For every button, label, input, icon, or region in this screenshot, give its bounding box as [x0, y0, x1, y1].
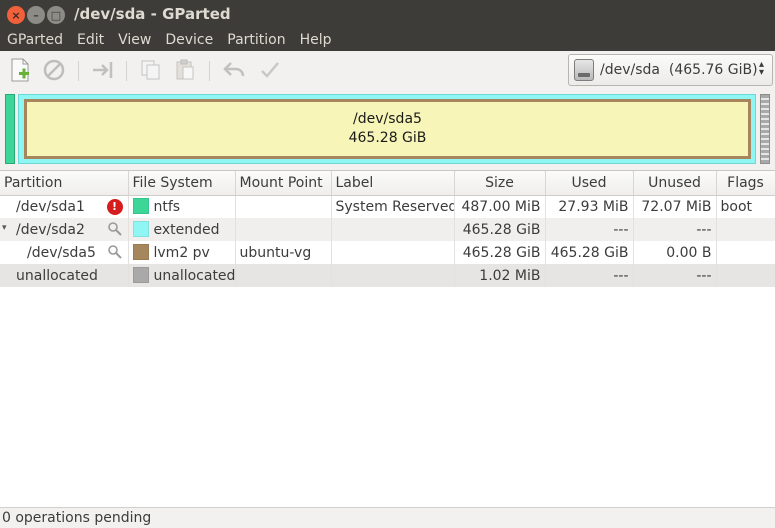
delete-icon[interactable]: [42, 58, 66, 82]
partition-size: 465.28 GiB: [454, 241, 546, 264]
disk-segment-sda5[interactable]: /dev/sda5 465.28 GiB: [24, 99, 751, 159]
toolbar-separator: [126, 61, 127, 81]
partition-flags: [716, 241, 775, 264]
partition-unused: ---: [633, 218, 717, 241]
menu-view[interactable]: View: [118, 32, 151, 48]
partition-flags: [716, 218, 775, 241]
fs-name: lvm2 pv: [153, 245, 210, 261]
resize-move-icon[interactable]: [91, 58, 115, 82]
mount-point: ubuntu-vg: [235, 241, 332, 264]
mount-point: [235, 264, 332, 287]
partition-used: ---: [545, 264, 634, 287]
col-mountpoint[interactable]: Mount Point: [235, 171, 332, 196]
combo-arrows-icon: ▴ ▾: [758, 59, 764, 78]
device-selector[interactable]: /dev/sda (465.76 GiB) ▴ ▾: [568, 54, 773, 86]
expander-icon[interactable]: ▾: [2, 223, 7, 233]
partition-flags: boot: [716, 195, 775, 218]
partition-name: unallocated: [16, 267, 98, 284]
status-bar: 0 operations pending: [0, 507, 775, 528]
fs-color-swatch: [132, 244, 149, 260]
maximize-button[interactable]: □: [47, 6, 65, 24]
menu-partition[interactable]: Partition: [227, 32, 285, 48]
menu-edit[interactable]: Edit: [77, 32, 104, 48]
partition-label: [331, 218, 455, 241]
key-icon: [107, 221, 123, 237]
fs-color-swatch: [132, 267, 149, 283]
partition-name: /dev/sda2: [16, 221, 85, 238]
disk-segment-sda1[interactable]: [5, 94, 15, 164]
col-filesystem[interactable]: File System: [128, 171, 236, 196]
table-row[interactable]: ▾ /dev/sda2 extended 465.28 GiB --- ---: [0, 218, 775, 241]
toolbar-separator: [209, 61, 210, 81]
mount-point: [235, 218, 332, 241]
partition-size: 487.00 MiB: [454, 195, 546, 218]
key-icon: [107, 244, 123, 260]
undo-icon[interactable]: [222, 58, 246, 82]
close-button[interactable]: ×: [7, 6, 25, 24]
partition-label: [331, 264, 455, 287]
menu-gparted[interactable]: GParted: [7, 32, 63, 48]
harddisk-icon: [574, 59, 594, 81]
table-row[interactable]: /dev/sda1 ! ntfs System Reserved 487.00 …: [0, 195, 775, 218]
partition-label: [331, 241, 455, 264]
partition-unused: ---: [633, 264, 717, 287]
partition-size: 465.28 GiB: [454, 218, 546, 241]
col-label[interactable]: Label: [331, 171, 455, 196]
partition-name: /dev/sda1: [16, 198, 85, 215]
disk-segment-size: 465.28 GiB: [348, 130, 427, 146]
partition-name: /dev/sda5: [27, 244, 96, 261]
partition-flags: [716, 264, 775, 287]
mount-point: [235, 195, 332, 218]
fs-color-swatch: [132, 221, 149, 237]
fs-name: unallocated: [153, 268, 235, 284]
menu-device[interactable]: Device: [165, 32, 213, 48]
fs-color-swatch: [132, 198, 149, 215]
col-size[interactable]: Size: [454, 171, 546, 196]
partition-used: 27.93 MiB: [545, 195, 634, 218]
copy-icon[interactable]: [139, 58, 163, 82]
col-partition[interactable]: Partition: [0, 171, 129, 196]
partition-label: System Reserved: [331, 195, 455, 218]
minimize-button[interactable]: –: [27, 6, 45, 24]
paste-icon[interactable]: [173, 58, 197, 82]
partition-used: 465.28 GiB: [545, 241, 634, 264]
warning-icon: !: [106, 198, 123, 215]
menu-help[interactable]: Help: [300, 32, 332, 48]
toolbar-separator: [78, 61, 79, 81]
disk-segment-unallocated[interactable]: [760, 94, 770, 164]
partition-unused: 72.07 MiB: [633, 195, 717, 218]
partition-unused: 0.00 B: [633, 241, 717, 264]
col-flags[interactable]: Flags: [716, 171, 775, 196]
disk-segment-name: /dev/sda5: [353, 111, 422, 127]
apply-icon[interactable]: [258, 58, 282, 82]
disk-map: /dev/sda5 465.28 GiB: [0, 89, 775, 169]
table-row[interactable]: unallocated unallocated 1.02 MiB --- ---: [0, 264, 775, 287]
partition-table: Partition File System Mount Point Label …: [0, 170, 775, 507]
window-title: /dev/sda - GParted: [74, 5, 231, 23]
menu-bar: GParted Edit View Device Partition Help: [0, 29, 775, 51]
partition-size: 1.02 MiB: [454, 264, 546, 287]
table-header: Partition File System Mount Point Label …: [0, 171, 775, 196]
table-row[interactable]: /dev/sda5 lvm2 pv ubuntu-vg 465.28 GiB 4…: [0, 241, 775, 264]
col-used[interactable]: Used: [545, 171, 634, 196]
title-bar: × – □ /dev/sda - GParted: [0, 0, 775, 29]
col-unused[interactable]: Unused: [633, 171, 717, 196]
partition-used: ---: [545, 218, 634, 241]
fs-name: ntfs: [153, 199, 181, 216]
new-partition-icon[interactable]: [8, 58, 32, 82]
device-selector-label: /dev/sda (465.76 GiB): [600, 62, 758, 78]
fs-name: extended: [153, 222, 220, 238]
